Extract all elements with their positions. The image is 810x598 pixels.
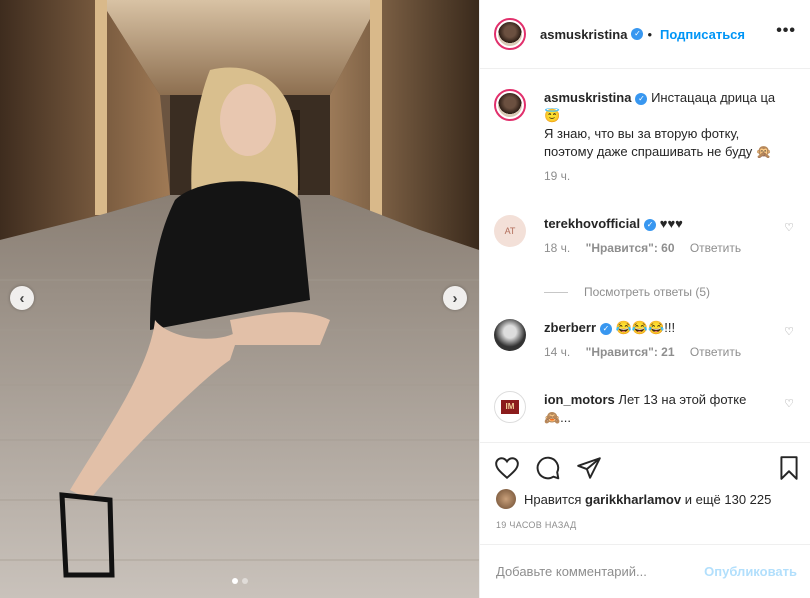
comment-text: ♥♥♥ xyxy=(659,216,683,231)
verified-badge-icon: ✓ xyxy=(635,92,648,105)
commenter-avatar[interactable]: IM xyxy=(494,391,526,423)
comment-likes[interactable]: "Нравится": 21 xyxy=(586,345,675,359)
likes-count[interactable]: и ещё 130 225 xyxy=(685,492,772,507)
comment-item: IM ion_motors Лет 13 на этой фотке 🙈... … xyxy=(494,391,794,427)
carousel-next-button[interactable]: › xyxy=(443,286,467,310)
carousel-indicator xyxy=(0,578,479,584)
verified-badge-icon: ✓ xyxy=(644,218,657,231)
like-comment-heart-icon[interactable]: ♡ xyxy=(784,397,794,410)
view-replies-button[interactable]: Посмотреть ответы (5) xyxy=(544,285,710,299)
caption-text: asmuskristina ✓ Инстацаца дрица ца 😇 Я зн… xyxy=(544,89,775,161)
like-comment-heart-icon[interactable]: ♡ xyxy=(784,221,794,234)
comment-time: 14 ч. xyxy=(544,345,571,359)
comment-likes[interactable]: "Нравится": 60 xyxy=(586,241,675,255)
photo-illustration xyxy=(0,0,479,598)
more-options-icon[interactable]: ••• xyxy=(776,22,796,40)
carousel-dot xyxy=(241,578,248,584)
caption-line-3: поэтому даже спрашивать не буду xyxy=(544,144,753,159)
ion-motors-logo: IM xyxy=(501,400,519,414)
carousel-prev-button[interactable]: ‹ xyxy=(10,286,34,310)
liker-avatar[interactable] xyxy=(496,489,516,509)
like-comment-heart-icon[interactable]: ♡ xyxy=(784,325,794,338)
comment-text-continued: 🙈... xyxy=(544,410,572,425)
follow-button[interactable]: Подписаться xyxy=(660,27,745,42)
carousel-dot xyxy=(231,578,238,584)
add-comment-bar: Опубликовать xyxy=(480,544,810,598)
comment-time: 18 ч. xyxy=(544,241,571,255)
caption: asmuskristina ✓ Инстацаца дрица ца 😇 Я зн… xyxy=(494,89,794,183)
verified-badge-icon: ✓ xyxy=(631,28,644,40)
post-photo[interactable]: ‹ › xyxy=(0,0,479,598)
comment-username[interactable]: terekhovofficial xyxy=(544,216,640,231)
post-actions xyxy=(480,442,810,489)
publish-comment-button[interactable]: Опубликовать xyxy=(704,564,797,579)
post-header: asmuskristina ✓ • Подписаться ••• xyxy=(480,0,810,69)
comment-username[interactable]: zberberr xyxy=(544,320,596,335)
comment-username[interactable]: ion_motors xyxy=(544,392,615,407)
comment-text: 😂😂😂!!! xyxy=(615,320,676,335)
caption-emoji: 😇 xyxy=(544,108,561,123)
post-side-panel: asmuskristina ✓ • Подписаться ••• asmusk… xyxy=(479,0,810,598)
comments-list: asmuskristina ✓ Инстацаца дрица ца 😇 Я зн… xyxy=(480,69,810,442)
save-bookmark-icon[interactable] xyxy=(776,455,802,481)
caption-line-2: Я знаю, что вы за вторую фотку, xyxy=(544,126,740,141)
commenter-avatar[interactable]: AT xyxy=(494,215,526,247)
author-avatar[interactable] xyxy=(494,18,526,50)
separator-dot: • xyxy=(647,26,652,42)
liker-username[interactable]: garikkharlamov xyxy=(585,492,681,507)
comment-input[interactable] xyxy=(494,563,705,580)
reply-button[interactable]: Ответить xyxy=(690,345,741,359)
caption-username[interactable]: asmuskristina xyxy=(544,90,631,105)
author-username[interactable]: asmuskristina xyxy=(540,27,627,42)
likes-summary: Нравится garikkharlamov и ещё 130 225 xyxy=(496,489,771,509)
comment-bubble-icon[interactable] xyxy=(535,455,561,481)
likes-prefix: Нравится xyxy=(524,491,582,507)
verified-badge-icon: ✓ xyxy=(600,322,613,335)
share-paper-plane-icon[interactable] xyxy=(576,455,602,481)
comment-item: zberberr ✓ 😂😂😂!!! 14 ч. "Нравится": 21 От… xyxy=(494,319,794,359)
post-timestamp[interactable]: 19 ЧАСОВ НАЗАД xyxy=(496,520,577,530)
caption-trailing-emoji: 🙊 xyxy=(755,144,773,159)
comment-text: Лет 13 на этой фотке xyxy=(618,392,747,407)
comment-item: AT terekhovofficial ✓ ♥♥♥ 18 ч. "Нравится… xyxy=(494,215,794,255)
caption-time: 19 ч. xyxy=(544,169,571,183)
caption-avatar[interactable] xyxy=(494,89,526,121)
commenter-avatar[interactable] xyxy=(494,319,526,351)
like-heart-icon[interactable] xyxy=(494,455,520,481)
reply-button[interactable]: Ответить xyxy=(690,241,741,255)
caption-line-1: Инстацаца дрица ца xyxy=(651,90,776,105)
